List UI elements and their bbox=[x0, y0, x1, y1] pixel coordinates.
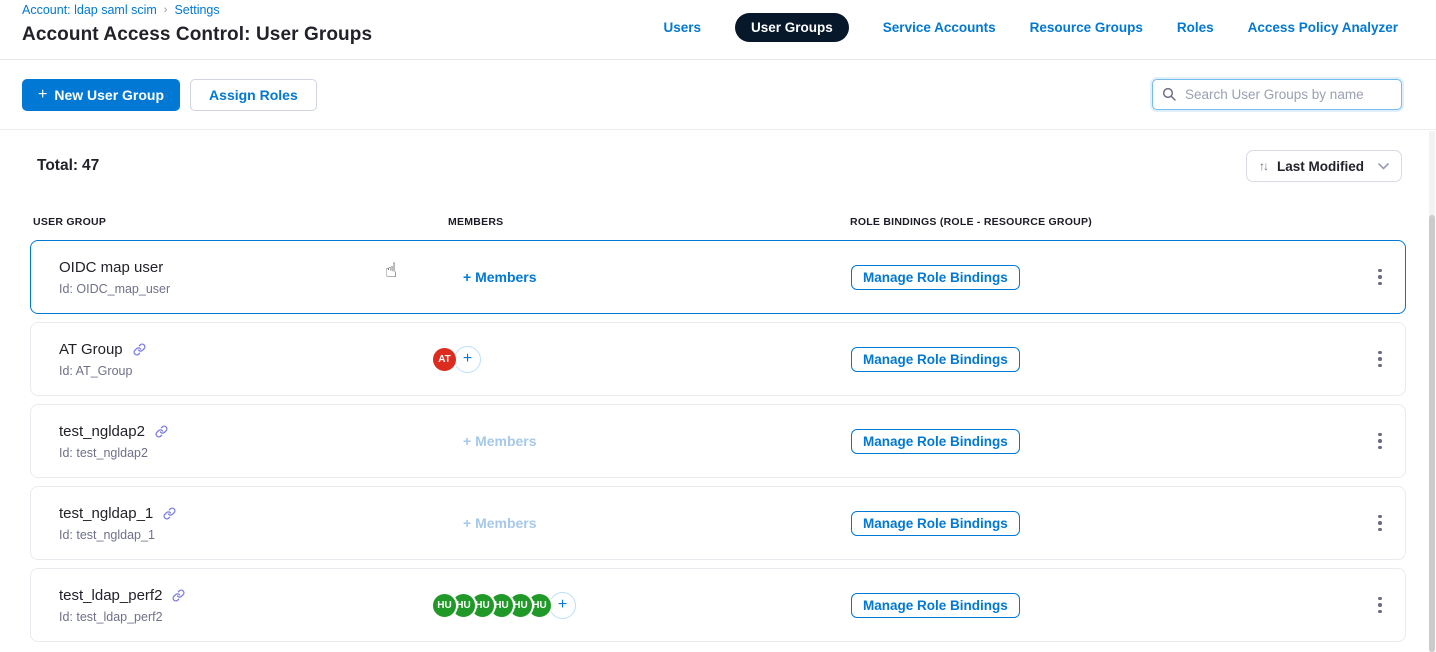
column-header-role-bindings: ROLE BINDINGS (ROLE - RESOURCE GROUP) bbox=[655, 216, 1346, 228]
role-bindings-cell: Manage Role Bindings bbox=[681, 429, 1355, 454]
assign-roles-button[interactable]: Assign Roles bbox=[190, 79, 317, 111]
user-group-name[interactable]: test_ldap_perf2 bbox=[59, 587, 162, 604]
list-bar: Total:47 ↑↓ Last Modified bbox=[0, 130, 1436, 182]
total-count: Total:47 bbox=[33, 157, 99, 175]
manage-role-bindings-button[interactable]: Manage Role Bindings bbox=[851, 593, 1020, 618]
search-input[interactable] bbox=[1152, 79, 1402, 110]
toolbar: + New User Group Assign Roles bbox=[0, 60, 1436, 130]
link-icon bbox=[155, 425, 168, 438]
title-block: Account: ldap saml scim › Settings Accou… bbox=[22, 0, 372, 46]
kebab-menu-icon[interactable] bbox=[1372, 509, 1388, 538]
member-avatar-stack: AT+ bbox=[431, 346, 481, 373]
user-group-row[interactable]: test_ldap_perf2 Id: test_ldap_perf2 HUHU… bbox=[30, 568, 1406, 642]
user-group-row[interactable]: OIDC map user Id: OIDC_map_user + Member… bbox=[30, 240, 1406, 314]
manage-role-bindings-button[interactable]: Manage Role Bindings bbox=[851, 429, 1020, 454]
user-group-cell: OIDC map user Id: OIDC_map_user bbox=[59, 259, 431, 296]
search-box bbox=[1152, 79, 1402, 110]
members-cell: + Members bbox=[431, 515, 681, 531]
manage-role-bindings-button[interactable]: Manage Role Bindings bbox=[851, 265, 1020, 290]
row-menu-cell bbox=[1355, 591, 1405, 620]
new-user-group-button[interactable]: + New User Group bbox=[22, 79, 180, 111]
manage-role-bindings-button[interactable]: Manage Role Bindings bbox=[851, 511, 1020, 536]
tab-roles[interactable]: Roles bbox=[1177, 20, 1214, 35]
user-group-id: Id: OIDC_map_user bbox=[59, 282, 431, 296]
kebab-menu-icon[interactable] bbox=[1372, 427, 1388, 456]
add-member-plus-button[interactable]: + bbox=[549, 592, 576, 619]
member-avatar-stack: HUHUHUHUHUHU+ bbox=[431, 592, 576, 619]
user-group-cell: test_ngldap_1 Id: test_ngldap_1 bbox=[59, 505, 431, 542]
tab-service-accounts[interactable]: Service Accounts bbox=[883, 20, 996, 35]
add-members-link: + Members bbox=[463, 515, 537, 531]
kebab-menu-icon[interactable] bbox=[1372, 345, 1388, 374]
user-group-cell: test_ldap_perf2 Id: test_ldap_perf2 bbox=[59, 587, 431, 624]
scrollbar-thumb[interactable] bbox=[1429, 215, 1435, 652]
members-cell: HUHUHUHUHUHU+ bbox=[431, 592, 681, 619]
breadcrumb-account-link[interactable]: Account: ldap saml scim bbox=[22, 3, 157, 17]
chevron-down-icon bbox=[1378, 163, 1389, 170]
kebab-menu-icon[interactable] bbox=[1372, 591, 1388, 620]
member-avatar[interactable]: HU bbox=[431, 592, 458, 619]
column-header-user-group: USER GROUP bbox=[33, 216, 405, 228]
manage-role-bindings-button[interactable]: Manage Role Bindings bbox=[851, 347, 1020, 372]
user-group-name[interactable]: AT Group bbox=[59, 341, 123, 358]
breadcrumb-settings-link[interactable]: Settings bbox=[174, 3, 219, 17]
user-group-name[interactable]: OIDC map user bbox=[59, 259, 163, 276]
row-menu-cell bbox=[1355, 345, 1405, 374]
tab-user-groups[interactable]: User Groups bbox=[735, 13, 849, 42]
user-group-list: OIDC map user Id: OIDC_map_user + Member… bbox=[0, 238, 1436, 642]
tab-resource-groups[interactable]: Resource Groups bbox=[1030, 20, 1143, 35]
role-bindings-cell: Manage Role Bindings bbox=[681, 593, 1355, 618]
kebab-menu-icon[interactable] bbox=[1372, 263, 1388, 292]
user-group-row[interactable]: AT Group Id: AT_Group AT+ Manage Role Bi… bbox=[30, 322, 1406, 396]
user-group-cell: test_ngldap2 Id: test_ngldap2 bbox=[59, 423, 431, 460]
tab-access-policy-analyzer[interactable]: Access Policy Analyzer bbox=[1248, 20, 1398, 35]
link-icon bbox=[133, 343, 146, 356]
add-members-link[interactable]: + Members bbox=[463, 269, 537, 285]
user-group-id: Id: test_ngldap2 bbox=[59, 446, 431, 460]
row-menu-cell bbox=[1355, 509, 1405, 538]
user-group-row[interactable]: test_ngldap2 Id: test_ngldap2 + Members … bbox=[30, 404, 1406, 478]
column-header-members: MEMBERS bbox=[405, 216, 655, 228]
top-nav: Users User Groups Service Accounts Resource… bbox=[663, 0, 1398, 42]
search-icon bbox=[1161, 86, 1177, 107]
page-header: Account: ldap saml scim › Settings Accou… bbox=[0, 0, 1436, 60]
user-group-name[interactable]: test_ngldap2 bbox=[59, 423, 145, 440]
user-group-cell: AT Group Id: AT_Group bbox=[59, 341, 431, 378]
user-group-row[interactable]: test_ngldap_1 Id: test_ngldap_1 + Member… bbox=[30, 486, 1406, 560]
add-members-link: + Members bbox=[463, 433, 537, 449]
member-avatar[interactable]: AT bbox=[431, 346, 458, 373]
page-title: Account Access Control: User Groups bbox=[22, 24, 372, 46]
members-cell: + Members bbox=[431, 269, 681, 285]
user-group-id: Id: test_ngldap_1 bbox=[59, 528, 431, 542]
scrollbar-track bbox=[1429, 131, 1435, 652]
role-bindings-cell: Manage Role Bindings bbox=[681, 511, 1355, 536]
breadcrumb: Account: ldap saml scim › Settings bbox=[22, 3, 372, 17]
row-menu-cell bbox=[1355, 427, 1405, 456]
add-member-plus-button[interactable]: + bbox=[454, 346, 481, 373]
row-menu-cell bbox=[1355, 263, 1405, 292]
link-icon bbox=[172, 589, 185, 602]
sort-arrows-icon: ↑↓ bbox=[1259, 159, 1267, 173]
plus-icon: + bbox=[38, 86, 47, 104]
breadcrumb-separator-icon: › bbox=[164, 4, 168, 16]
sort-label: Last Modified bbox=[1277, 159, 1364, 174]
role-bindings-cell: Manage Role Bindings bbox=[681, 265, 1355, 290]
table-column-headers: USER GROUP MEMBERS ROLE BINDINGS (ROLE -… bbox=[0, 182, 1436, 238]
sort-dropdown[interactable]: ↑↓ Last Modified bbox=[1246, 150, 1402, 182]
members-cell: + Members bbox=[431, 433, 681, 449]
user-group-name[interactable]: test_ngldap_1 bbox=[59, 505, 153, 522]
tab-users[interactable]: Users bbox=[663, 20, 701, 35]
link-icon bbox=[163, 507, 176, 520]
members-cell: AT+ bbox=[431, 346, 681, 373]
user-group-id: Id: AT_Group bbox=[59, 364, 431, 378]
role-bindings-cell: Manage Role Bindings bbox=[681, 347, 1355, 372]
user-group-id: Id: test_ldap_perf2 bbox=[59, 610, 431, 624]
